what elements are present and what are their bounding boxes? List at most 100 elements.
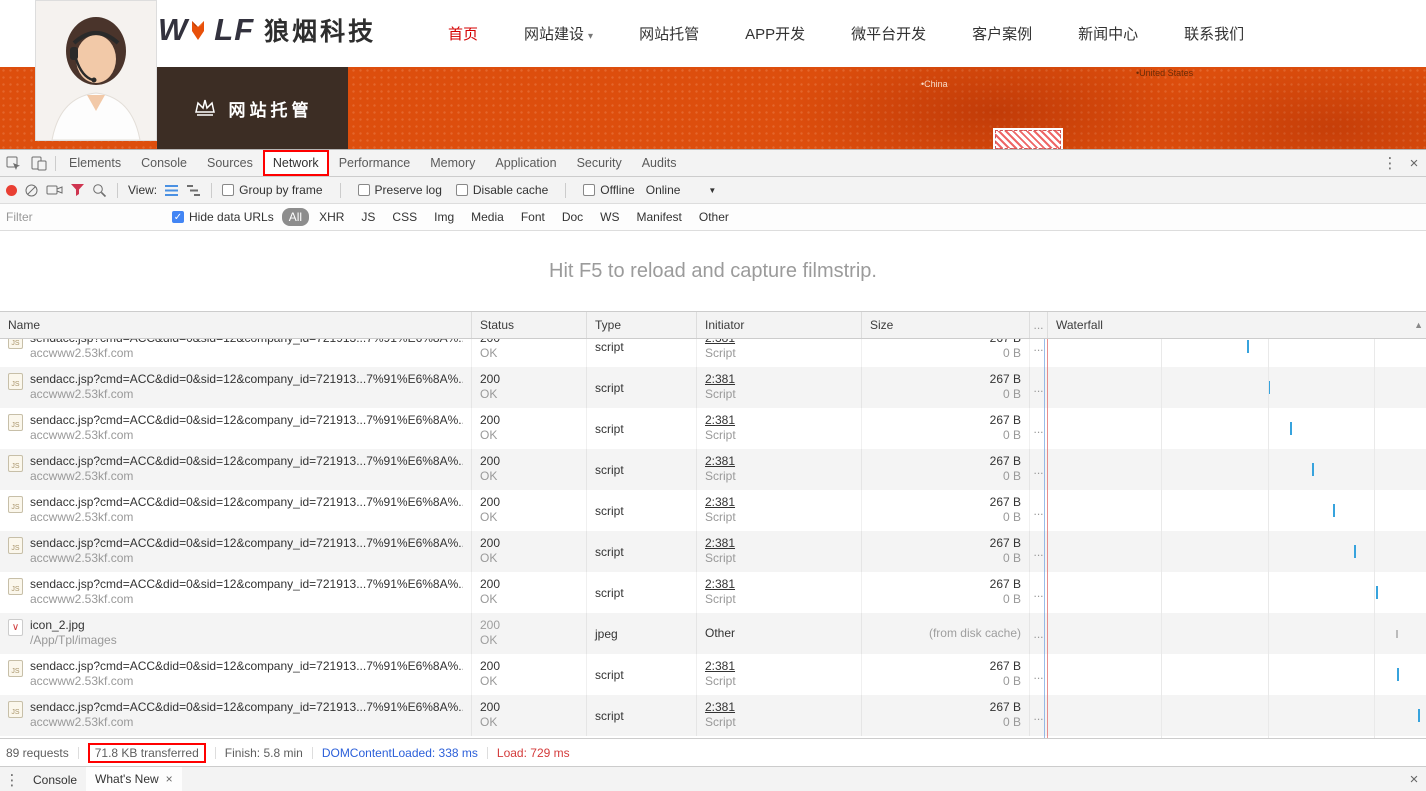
filter-type-manifest[interactable]: Manifest [630, 208, 689, 226]
table-row[interactable]: JSsendacc.jsp?cmd=ACC&did=0&sid=12&compa… [0, 339, 1426, 367]
filter-input[interactable] [6, 210, 166, 224]
initiator-link[interactable]: 2:381 [705, 495, 853, 510]
status-cell: 200OK [472, 490, 587, 531]
initiator-link[interactable]: 2:381 [705, 454, 853, 469]
drawer-tab-whats-new[interactable]: What's New × [86, 767, 182, 791]
column-header-waterfall[interactable]: Waterfall [1048, 312, 1426, 338]
filter-type-doc[interactable]: Doc [555, 208, 590, 226]
drawer-tab-console[interactable]: Console [24, 767, 86, 791]
table-row[interactable]: JSsendacc.jsp?cmd=ACC&did=0&sid=12&compa… [0, 490, 1426, 531]
inspect-element-icon[interactable] [0, 150, 26, 176]
tab-performance[interactable]: Performance [329, 150, 421, 176]
status-text: OK [480, 674, 578, 689]
initiator-link[interactable]: 2:381 [705, 413, 853, 428]
initiator-link[interactable]: 2:381 [705, 659, 853, 674]
nav-item-4[interactable]: APP开发 [745, 23, 805, 44]
network-table-header: NameStatusTypeInitiatorSize...Waterfall▲ [0, 311, 1426, 339]
table-row[interactable]: JSsendacc.jsp?cmd=ACC&did=0&sid=12&compa… [0, 531, 1426, 572]
filter-type-font[interactable]: Font [514, 208, 552, 226]
filter-type-other[interactable]: Other [692, 208, 736, 226]
tab-network[interactable]: Network [263, 150, 329, 176]
request-domain: accwww2.53kf.com [30, 551, 463, 566]
checkbox-disable-cache[interactable]: Disable cache [456, 183, 548, 197]
request-name: sendacc.jsp?cmd=ACC&did=0&sid=12&company… [30, 495, 463, 510]
nav-item-6[interactable]: 客户案例 [972, 23, 1032, 44]
nav-item-2[interactable]: 网站建设▾ [524, 23, 593, 44]
tab-sources[interactable]: Sources [197, 150, 263, 176]
device-toolbar-icon[interactable] [26, 150, 52, 176]
nav-item-1[interactable]: 首页 [448, 23, 478, 44]
close-tab-icon[interactable]: × [166, 772, 173, 786]
status-cell: 200OK [472, 654, 587, 695]
scroll-up-icon[interactable]: ▲ [1414, 320, 1423, 330]
waterfall-cell [1048, 572, 1426, 613]
customer-service-avatar[interactable] [35, 0, 157, 141]
filter-icon[interactable] [70, 183, 85, 197]
tab-security[interactable]: Security [567, 150, 632, 176]
checkbox-preserve-log[interactable]: Preserve log [358, 183, 442, 197]
initiator-link[interactable]: 2:381 [705, 536, 853, 551]
waterfall-view-icon[interactable] [186, 184, 201, 197]
record-button[interactable] [6, 185, 17, 196]
filter-type-media[interactable]: Media [464, 208, 511, 226]
capture-screenshots-icon[interactable] [46, 183, 63, 197]
filter-type-xhr[interactable]: XHR [312, 208, 351, 226]
drawer-menu-icon[interactable]: ⋮ [0, 771, 24, 789]
table-row[interactable]: JSsendacc.jsp?cmd=ACC&did=0&sid=12&compa… [0, 695, 1426, 736]
waterfall-bar [1268, 381, 1270, 394]
small-rows-view-icon[interactable] [164, 184, 179, 197]
initiator-type: Script [705, 592, 853, 607]
column-header-initiator[interactable]: Initiator [697, 312, 862, 338]
checkbox-offline[interactable]: Offline [583, 183, 634, 197]
filter-type-js[interactable]: JS [354, 208, 382, 226]
tab-application[interactable]: Application [485, 150, 566, 176]
search-icon[interactable] [92, 183, 107, 198]
request-type: script [595, 463, 624, 477]
filter-type-ws[interactable]: WS [593, 208, 626, 226]
name-cell: JSsendacc.jsp?cmd=ACC&did=0&sid=12&compa… [0, 490, 472, 531]
waterfall-bar [1333, 504, 1335, 517]
initiator-link[interactable]: 2:381 [705, 372, 853, 387]
more-options-icon[interactable]: ⋮ [1378, 154, 1402, 172]
table-row[interactable]: ∨icon_2.jpg/App/Tpl/images200OKjpegOther… [0, 613, 1426, 654]
column-header-item[interactable]: ... [1030, 312, 1048, 338]
size-cell: 267 B0 B [862, 695, 1030, 736]
nav-item-3[interactable]: 网站托管 [639, 23, 699, 44]
initiator-link[interactable]: 2:381 [705, 339, 853, 346]
request-type: script [595, 668, 624, 682]
table-row[interactable]: JSsendacc.jsp?cmd=ACC&did=0&sid=12&compa… [0, 408, 1426, 449]
initiator-link[interactable]: 2:381 [705, 700, 853, 715]
site-logo[interactable]: W LF 狼烟科技 [158, 12, 376, 48]
table-row[interactable]: JSsendacc.jsp?cmd=ACC&did=0&sid=12&compa… [0, 572, 1426, 613]
tab-memory[interactable]: Memory [420, 150, 485, 176]
column-header-type[interactable]: Type [587, 312, 697, 338]
close-devtools-icon[interactable]: × [1402, 155, 1426, 172]
column-header-size[interactable]: Size [862, 312, 1030, 338]
filter-type-all[interactable]: All [282, 208, 309, 226]
request-domain: accwww2.53kf.com [30, 428, 463, 443]
checkbox-box: ✓ [172, 211, 184, 223]
nav-item-8[interactable]: 联系我们 [1184, 23, 1244, 44]
checkbox-group-by-frame[interactable]: Group by frame [222, 183, 322, 197]
tab-console[interactable]: Console [131, 150, 197, 176]
hide-data-urls-checkbox[interactable]: ✓ Hide data URLs [172, 210, 274, 224]
close-drawer-icon[interactable]: × [1402, 771, 1426, 788]
tab-audits[interactable]: Audits [632, 150, 687, 176]
filter-type-img[interactable]: Img [427, 208, 461, 226]
filter-type-css[interactable]: CSS [385, 208, 424, 226]
initiator-link[interactable]: 2:381 [705, 577, 853, 592]
crown-icon [193, 98, 217, 118]
throttling-select[interactable]: Online ▼ [642, 183, 721, 197]
table-row[interactable]: JSsendacc.jsp?cmd=ACC&did=0&sid=12&compa… [0, 449, 1426, 490]
nav-item-5[interactable]: 微平台开发 [851, 23, 926, 44]
column-header-status[interactable]: Status [472, 312, 587, 338]
request-name: sendacc.jsp?cmd=ACC&did=0&sid=12&company… [30, 577, 463, 592]
clear-button[interactable] [24, 183, 39, 198]
tab-elements[interactable]: Elements [59, 150, 131, 176]
status-code: 200 [480, 618, 578, 633]
size-resource: 0 B [870, 674, 1021, 689]
column-header-name[interactable]: Name [0, 312, 472, 338]
table-row[interactable]: JSsendacc.jsp?cmd=ACC&did=0&sid=12&compa… [0, 654, 1426, 695]
table-row[interactable]: JSsendacc.jsp?cmd=ACC&did=0&sid=12&compa… [0, 367, 1426, 408]
nav-item-7[interactable]: 新闻中心 [1078, 23, 1138, 44]
